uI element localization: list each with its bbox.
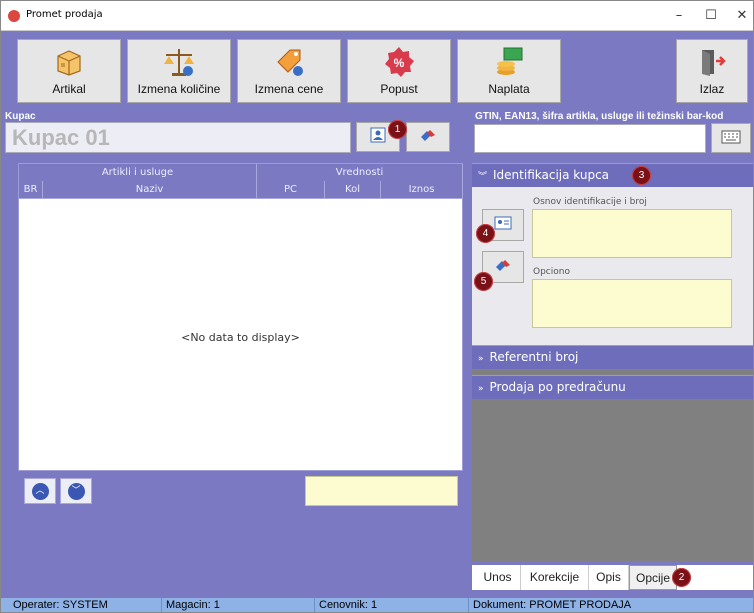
artikal-button[interactable]: Artikal bbox=[17, 39, 121, 103]
gtin-label: GTIN, EAN13, šifra artikla, usluge ili t… bbox=[475, 111, 724, 122]
predracun-label: Prodaja po predračunu bbox=[489, 380, 626, 394]
exit-door-icon bbox=[677, 46, 747, 78]
kupac-label: Kupac bbox=[5, 111, 36, 122]
chevron-right-icon: » bbox=[478, 354, 484, 364]
column-header-kol[interactable]: Kol bbox=[325, 181, 381, 199]
clear-kupac-button[interactable] bbox=[406, 122, 450, 152]
kupac-field[interactable]: Kupac 01 bbox=[5, 122, 351, 153]
arrow-up-icon: ︿ bbox=[31, 482, 49, 500]
window-title: Promet prodaja bbox=[26, 9, 103, 20]
maximize-button[interactable]: ☐ bbox=[698, 5, 724, 27]
status-cenovnik: Cenovnik: 1 bbox=[314, 598, 377, 612]
osnov-label: Osnov identifikacije i broj bbox=[533, 197, 647, 207]
total-field bbox=[305, 476, 458, 506]
column-header-br[interactable]: BR bbox=[19, 181, 43, 199]
tab-opcije[interactable]: Opcije bbox=[629, 565, 677, 590]
gtin-input[interactable] bbox=[474, 124, 706, 153]
identifikacija-header[interactable]: ︾ Identifikacija kupca bbox=[472, 163, 753, 187]
eraser-icon bbox=[419, 128, 437, 147]
keyboard-button[interactable] bbox=[711, 123, 751, 153]
badge-1: 1 bbox=[388, 120, 407, 139]
referentni-label: Referentni broj bbox=[489, 350, 579, 364]
status-operater: Operater: SYSTEM bbox=[13, 599, 108, 611]
opciono-label: Opciono bbox=[533, 267, 570, 277]
close-button[interactable]: ✕ bbox=[729, 5, 753, 27]
chevron-right-icon: » bbox=[478, 384, 484, 394]
coins-icon bbox=[458, 46, 560, 78]
badge-4: 4 bbox=[476, 224, 495, 243]
title-bar: Promet prodaja – ☐ ✕ bbox=[1, 1, 753, 31]
naplata-label: Naplata bbox=[488, 82, 530, 96]
tab-opis[interactable]: Opis bbox=[589, 565, 629, 590]
empty-grid-text: <No data to display> bbox=[181, 331, 300, 344]
keyboard-icon bbox=[721, 129, 741, 148]
chevron-down-icon: ︾ bbox=[478, 172, 488, 182]
identifikacija-label: Identifikacija kupca bbox=[493, 168, 610, 182]
izlaz-button[interactable]: Izlaz bbox=[676, 39, 748, 103]
status-magacin: Magacin: 1 bbox=[161, 598, 220, 612]
move-down-button[interactable]: ﹀ bbox=[60, 478, 92, 504]
column-header-pc[interactable]: PC bbox=[257, 181, 325, 199]
izlaz-label: Izlaz bbox=[699, 82, 725, 96]
column-header-iznos[interactable]: Iznos bbox=[381, 181, 463, 199]
minimize-button[interactable]: – bbox=[666, 5, 692, 27]
predracun-header[interactable]: » Prodaja po predračunu bbox=[472, 375, 753, 399]
status-dokument: Dokument: PROMET PRODAJA bbox=[468, 598, 631, 612]
izmena-cene-label: Izmena cene bbox=[254, 82, 324, 96]
status-bar: Operater: SYSTEM Magacin: 1 Cenovnik: 1 … bbox=[1, 598, 753, 612]
izmena-kolicine-label: Izmena količine bbox=[137, 82, 221, 96]
move-up-button[interactable]: ︿ bbox=[24, 478, 56, 504]
tab-korekcije[interactable]: Korekcije bbox=[521, 565, 589, 590]
identifikacija-body: Osnov identifikacije i broj Opciono bbox=[472, 187, 753, 345]
artikal-label: Artikal bbox=[52, 82, 86, 96]
eraser-icon bbox=[494, 258, 512, 277]
popust-label: Popust bbox=[380, 82, 418, 96]
tab-unos[interactable]: Unos bbox=[475, 565, 521, 590]
app-icon bbox=[8, 10, 20, 22]
contact-card-icon bbox=[494, 215, 512, 235]
badge-2: 2 bbox=[672, 568, 691, 587]
items-grid[interactable]: Artikli i usluge Vrednosti BR Naziv PC K… bbox=[18, 163, 463, 471]
options-panel: ︾ Identifikacija kupca Osnov identifikaci… bbox=[472, 163, 753, 561]
izmena-kolicine-button[interactable]: Izmena količine bbox=[127, 39, 231, 103]
scale-icon bbox=[128, 46, 230, 78]
osnov-input[interactable] bbox=[532, 209, 732, 258]
naplata-button[interactable]: Naplata bbox=[457, 39, 561, 103]
arrow-down-icon: ﹀ bbox=[67, 482, 85, 500]
popust-button[interactable]: % Popust bbox=[347, 39, 451, 103]
group-header-artikli: Artikli i usluge bbox=[19, 164, 257, 182]
svg-text:%: % bbox=[394, 56, 405, 70]
column-header-naziv[interactable]: Naziv bbox=[43, 181, 257, 199]
badge-3: 3 bbox=[632, 166, 651, 185]
price-tag-icon bbox=[238, 46, 340, 78]
contact-card-icon bbox=[370, 127, 386, 147]
group-header-vrednosti: Vrednosti bbox=[257, 164, 463, 182]
badge-5: 5 bbox=[474, 272, 493, 291]
bottom-tabs: Unos Korekcije Opis Opcije bbox=[472, 565, 753, 590]
box-icon bbox=[18, 46, 120, 78]
discount-icon: % bbox=[348, 46, 450, 78]
izmena-cene-button[interactable]: Izmena cene bbox=[237, 39, 341, 103]
referentni-header[interactable]: » Referentni broj bbox=[472, 345, 753, 369]
opciono-input[interactable] bbox=[532, 279, 732, 328]
main-window: Promet prodaja – ☐ ✕ Artikal Izmena koli… bbox=[0, 0, 754, 613]
